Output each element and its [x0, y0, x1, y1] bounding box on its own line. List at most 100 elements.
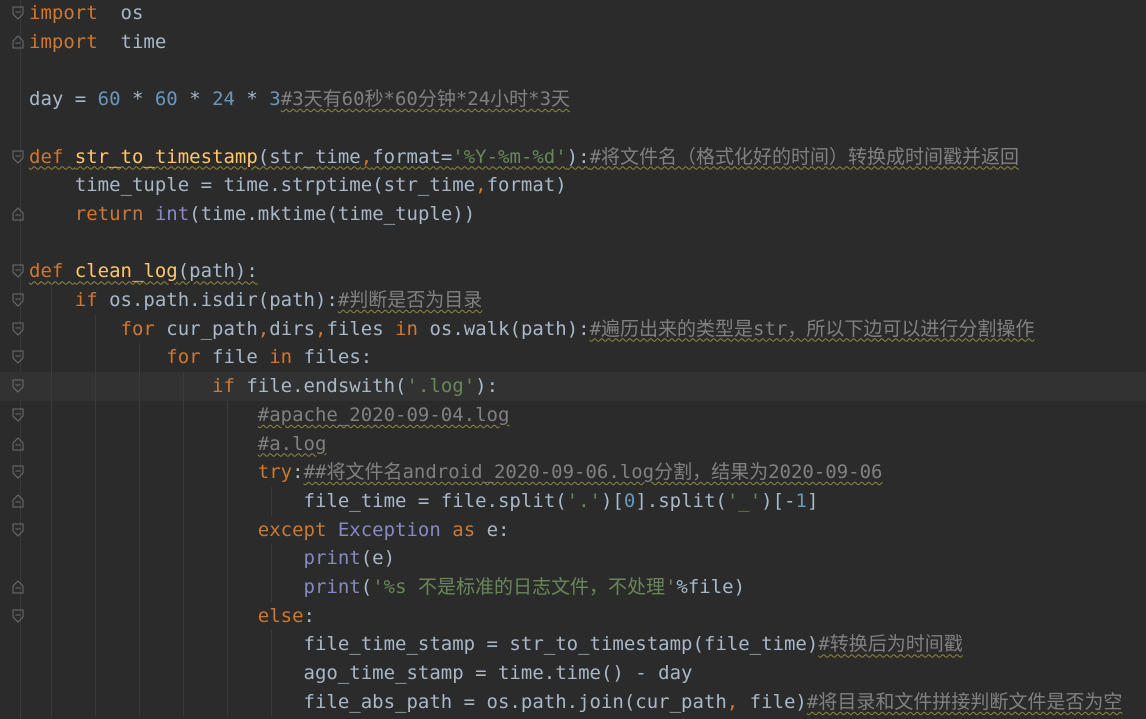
code-line[interactable]: import os: [0, 0, 1146, 28]
code-token: file_time_stamp = str_to_timestamp(file_…: [29, 633, 819, 656]
code-line[interactable]: return int(time.mktime(time_tuple)): [0, 200, 1146, 229]
code-token: '.': [566, 489, 601, 512]
code-token: ):: [566, 145, 590, 168]
code-token: (path):: [177, 260, 258, 283]
code-token: 60: [154, 88, 178, 111]
code-token: 3: [269, 88, 281, 111]
code-line[interactable]: if os.path.isdir(path):#判断是否为目录: [0, 286, 1146, 315]
fold-close-icon[interactable]: [12, 580, 25, 595]
indent-guide: [183, 372, 184, 717]
code-token: (str_time: [257, 145, 361, 168]
code-editor[interactable]: import os import time day = 60 * 60 * 24 *…: [0, 0, 1146, 719]
code-token: file_abs_path = os.path.join(cur_path: [29, 690, 727, 713]
code-token: import: [29, 30, 98, 53]
fold-open-icon[interactable]: [12, 609, 25, 624]
code-token: file): [738, 690, 807, 713]
code-token: #3天有60秒*60分钟*24小时*3天: [280, 88, 571, 111]
code-token: '%Y-%m-%d': [452, 145, 567, 168]
code-token: import: [29, 2, 98, 24]
code-token: *: [177, 88, 213, 111]
code-text: file_time = file.split('.')[0].split('_'…: [29, 487, 819, 516]
fold-close-icon[interactable]: [12, 436, 25, 452]
code-token: ,: [726, 690, 739, 713]
code-line[interactable]: try:##将文件名android_2020-09-06.log分割，结果为20…: [0, 458, 1146, 487]
fold-open-icon[interactable]: [12, 322, 25, 337]
code-text: def clean_log(path):: [29, 257, 258, 286]
code-token: def: [29, 260, 75, 283]
code-text: else:: [29, 602, 315, 631]
code-token: e:: [486, 518, 510, 541]
indent-guide: [95, 314, 96, 717]
code-line[interactable]: [0, 229, 1146, 258]
code-token: for: [29, 346, 213, 369]
code-line[interactable]: def str_to_timestamp(str_time,format='%Y…: [0, 143, 1146, 172]
fold-open-icon[interactable]: [12, 408, 25, 423]
code-token: ,: [360, 145, 373, 168]
code-line[interactable]: print('%s 不是标准的日志文件，不处理'%file): [0, 573, 1146, 602]
code-line[interactable]: if file.endswith('.log'):: [0, 372, 1146, 401]
fold-open-icon[interactable]: [12, 150, 25, 165]
code-token: file_time = file.split(: [29, 489, 567, 512]
fold-close-icon[interactable]: [12, 34, 25, 50]
fold-open-icon[interactable]: [12, 465, 25, 480]
fold-open-icon[interactable]: [12, 264, 25, 279]
code-text: #a.log: [29, 430, 327, 459]
code-token: os.path.isdir(path):: [109, 289, 338, 311]
code-line[interactable]: ago_time_stamp = time.time() - day: [0, 659, 1146, 688]
code-line[interactable]: def clean_log(path):: [0, 257, 1146, 286]
fold-open-icon[interactable]: [12, 523, 25, 538]
code-token: def: [29, 145, 75, 168]
code-text: if os.path.isdir(path):#判断是否为目录: [29, 286, 483, 315]
code-text: file_time_stamp = str_to_timestamp(file_…: [29, 630, 963, 659]
code-line[interactable]: for file in files:: [0, 343, 1146, 372]
code-token: as: [452, 518, 487, 541]
code-token: #将目录和文件拼接判断文件是否为空: [806, 690, 1123, 713]
code-line[interactable]: else:: [0, 602, 1146, 631]
code-token: in: [269, 346, 304, 369]
code-token: %file): [676, 576, 746, 598]
fold-close-icon[interactable]: [12, 494, 25, 509]
code-text: for file in files:: [29, 343, 372, 372]
indent-guide: [51, 286, 52, 717]
code-token: print: [29, 576, 361, 598]
code-text: time_tuple = time.strptime(str_time,form…: [29, 171, 567, 200]
fold-open-icon[interactable]: [12, 293, 25, 308]
code-line[interactable]: #a.log: [0, 430, 1146, 459]
code-token: if: [29, 375, 247, 398]
code-token: ##将文件名android_2020-09-06.log分割，结果为2020-0…: [303, 461, 883, 484]
fold-close-icon[interactable]: [12, 207, 25, 222]
code-token: cur_path: [166, 317, 258, 340]
code-token: clean_log: [74, 260, 178, 283]
code-line[interactable]: time_tuple = time.strptime(str_time,form…: [0, 171, 1146, 200]
code-token: file: [212, 346, 270, 369]
code-token: 24: [212, 88, 235, 111]
code-token: os.walk(path):: [429, 317, 590, 340]
code-token: 0: [623, 489, 636, 512]
fold-open-icon[interactable]: [12, 6, 25, 21]
code-line[interactable]: #apache_2020-09-04.log: [0, 401, 1146, 430]
fold-open-icon[interactable]: [12, 350, 25, 365]
code-token: if: [29, 289, 110, 311]
code-line[interactable]: import time: [0, 28, 1146, 57]
code-token: #转换后为时间戳: [818, 633, 963, 656]
code-token: '%s 不是标准的日志文件，不处理': [372, 576, 677, 598]
indent-guide: [139, 343, 140, 717]
code-token: print: [29, 547, 361, 570]
code-token: str_to_timestamp: [74, 145, 258, 168]
code-line[interactable]: [0, 56, 1146, 85]
code-line[interactable]: file_abs_path = os.path.join(cur_path, f…: [0, 688, 1146, 717]
fold-open-icon[interactable]: [12, 379, 25, 394]
code-token: try: [29, 461, 293, 484]
code-line[interactable]: except Exception as e:: [0, 516, 1146, 545]
code-line[interactable]: print(e): [0, 544, 1146, 573]
code-line[interactable]: [0, 114, 1146, 143]
code-token: file.endswith(: [246, 375, 407, 398]
code-line[interactable]: file_time_stamp = str_to_timestamp(file_…: [0, 630, 1146, 659]
code-line[interactable]: day = 60 * 60 * 24 * 3#3天有60秒*60分钟*24小时*…: [0, 85, 1146, 114]
code-text: import os: [29, 0, 143, 28]
code-text: def str_to_timestamp(str_time,format='%Y…: [29, 143, 1019, 172]
indent-guide: [227, 400, 228, 717]
code-line[interactable]: file_time = file.split('.')[0].split('_'…: [0, 487, 1146, 516]
code-line[interactable]: for cur_path,dirs,files in os.walk(path)…: [0, 315, 1146, 344]
